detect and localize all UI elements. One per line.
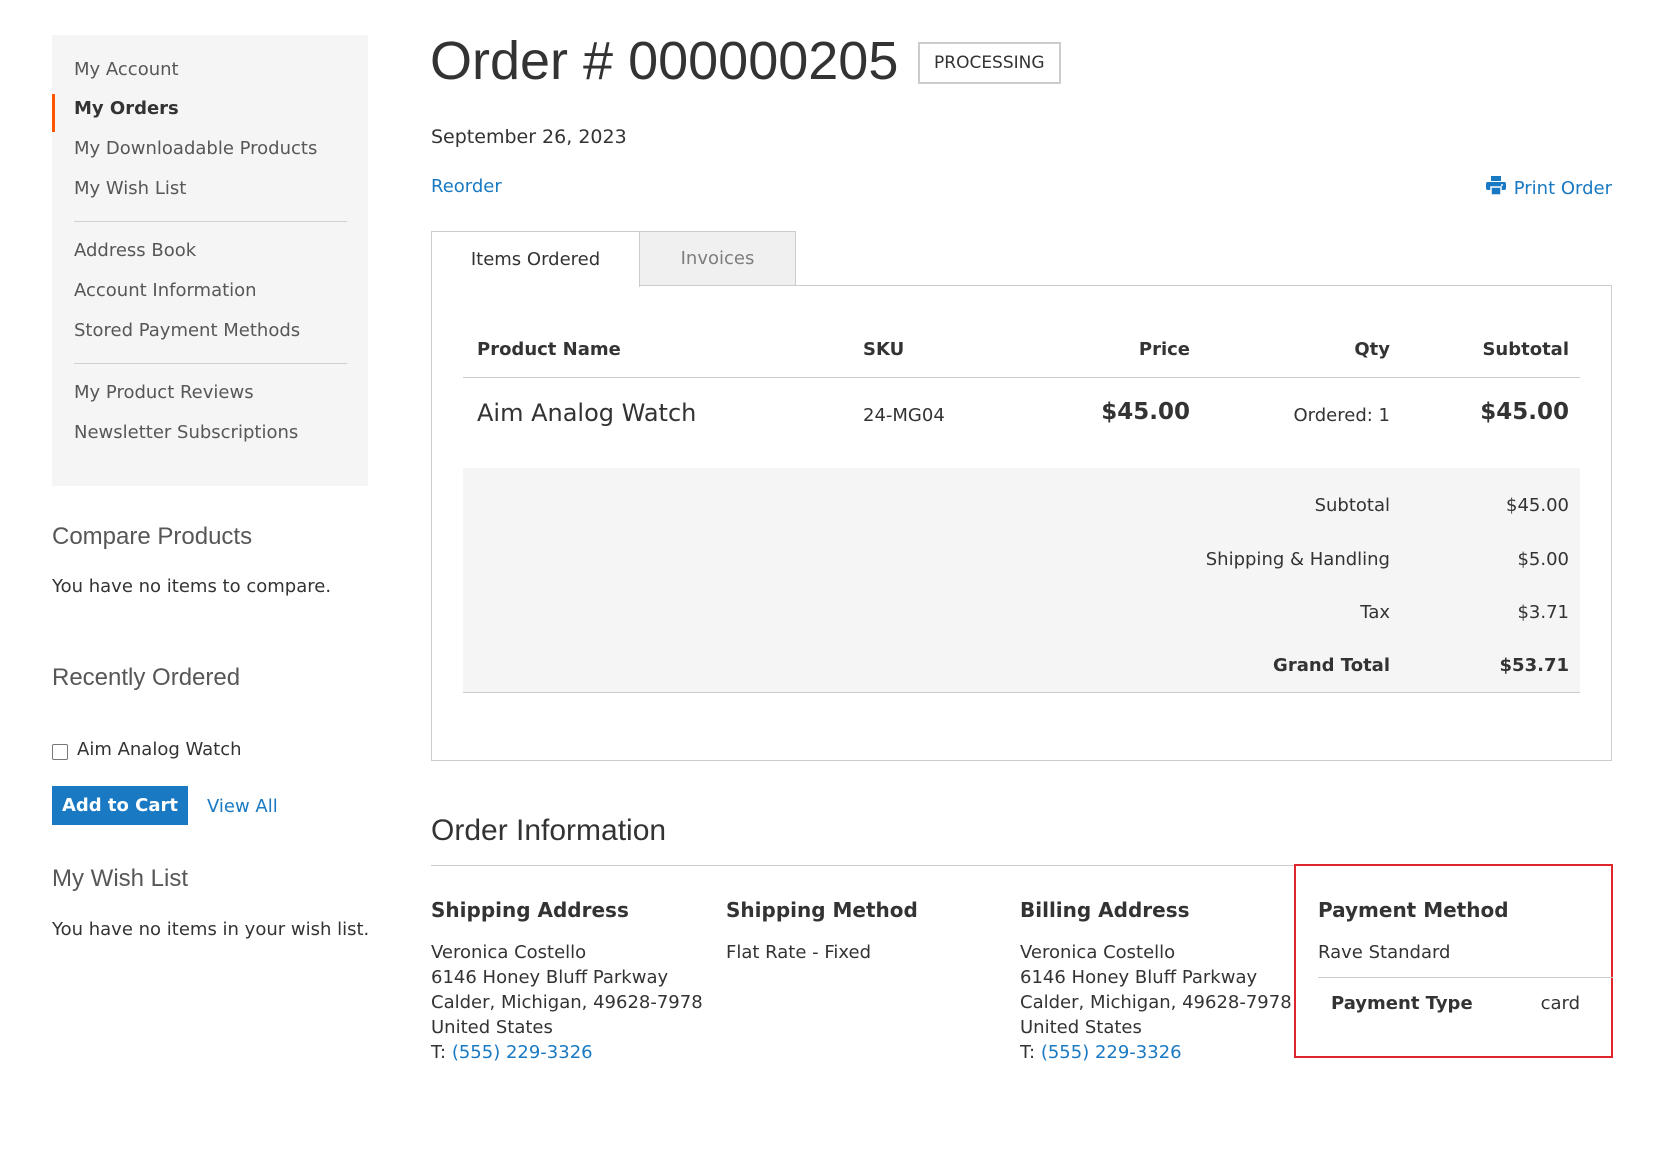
shipping-address-block: Shipping Address Veronica Costello 6146 … — [431, 898, 711, 1065]
totals-shipping-label: Shipping & Handling — [1205, 549, 1390, 570]
nav-divider — [74, 363, 347, 364]
col-header-price: Price — [1138, 339, 1190, 360]
payment-method-title: Payment Method — [1318, 898, 1509, 922]
nav-newsletter-subscriptions[interactable]: Newsletter Subscriptions — [74, 422, 298, 443]
totals-subtotal-value: $45.00 — [1506, 495, 1569, 516]
shipping-name: Veronica Costello — [431, 942, 587, 963]
compare-products-title: Compare Products — [52, 523, 253, 550]
shipping-phone-prefix: T: — [431, 1042, 447, 1063]
totals-tax-label: Tax — [1360, 602, 1390, 623]
item-subtotal: $45.00 — [1480, 399, 1569, 425]
table-header-divider — [463, 377, 1580, 378]
totals-grand-total-value: $53.71 — [1499, 655, 1569, 676]
totals-tax-value: $3.71 — [1517, 602, 1569, 623]
shipping-method-value: Flat Rate - Fixed — [726, 942, 872, 963]
billing-address-title: Billing Address — [1020, 898, 1190, 922]
recent-item-name: Aim Analog Watch — [77, 739, 242, 760]
view-all-link[interactable]: View All — [207, 796, 278, 817]
reorder-link[interactable]: Reorder — [431, 176, 502, 197]
payment-method-value: Rave Standard — [1318, 942, 1451, 963]
shipping-method-block: Shipping Method Flat Rate - Fixed — [726, 898, 1006, 965]
totals-subtotal-label: Subtotal — [1314, 495, 1390, 516]
wishlist-title: My Wish List — [52, 865, 189, 892]
payment-type-value: card — [1540, 993, 1580, 1014]
billing-phone-link[interactable]: (555) 229-3326 — [1041, 1042, 1182, 1063]
printer-icon — [1485, 176, 1506, 200]
shipping-city: Calder, Michigan, 49628-7978 — [431, 992, 703, 1013]
billing-phone-line: T: (555) 229-3326 — [1020, 1040, 1300, 1065]
add-to-cart-button[interactable]: Add to Cart — [52, 786, 188, 825]
item-price: $45.00 — [1101, 399, 1190, 425]
payment-divider — [1318, 977, 1613, 978]
print-order-label: Print Order — [1513, 177, 1612, 199]
order-date: September 26, 2023 — [431, 126, 627, 148]
col-header-sku: SKU — [863, 339, 905, 360]
nav-address-book[interactable]: Address Book — [74, 240, 196, 261]
shipping-method-title: Shipping Method — [726, 898, 918, 922]
tab-items-ordered[interactable]: Items Ordered — [431, 231, 640, 287]
billing-address-block: Billing Address Veronica Costello 6146 H… — [1020, 898, 1300, 1065]
nav-downloadable-products[interactable]: My Downloadable Products — [74, 138, 317, 159]
item-sku: 24-MG04 — [863, 405, 945, 426]
billing-name: Veronica Costello — [1020, 942, 1176, 963]
shipping-country: United States — [431, 1017, 553, 1038]
account-nav: My Account My Orders My Downloadable Pro… — [52, 35, 368, 486]
totals-grand-total-label: Grand Total — [1273, 655, 1390, 676]
item-qty: Ordered: 1 — [1293, 405, 1391, 426]
totals-shipping-value: $5.00 — [1517, 549, 1569, 570]
order-totals — [463, 468, 1580, 693]
billing-phone-prefix: T: — [1020, 1042, 1036, 1063]
tab-invoices[interactable]: Invoices — [639, 231, 796, 286]
shipping-street: 6146 Honey Bluff Parkway — [431, 967, 669, 988]
order-information-title: Order Information — [431, 814, 667, 847]
shipping-address-title: Shipping Address — [431, 898, 629, 922]
nav-divider — [74, 221, 347, 222]
print-order-link[interactable]: Print Order — [1485, 176, 1612, 200]
wishlist-empty-text: You have no items in your wish list. — [52, 919, 370, 940]
item-product-name: Aim Analog Watch — [477, 399, 697, 427]
col-header-product-name: Product Name — [477, 339, 621, 360]
payment-method-block: Payment Method Rave Standard — [1318, 898, 1598, 965]
nav-my-orders[interactable]: My Orders — [74, 98, 179, 119]
status-badge: PROCESSING — [918, 42, 1061, 84]
col-header-qty: Qty — [1354, 339, 1390, 360]
shipping-phone-link[interactable]: (555) 229-3326 — [452, 1042, 593, 1063]
shipping-phone-line: T: (555) 229-3326 — [431, 1040, 711, 1065]
recently-ordered-title: Recently Ordered — [52, 664, 241, 691]
nav-my-account[interactable]: My Account — [74, 59, 179, 80]
billing-city: Calder, Michigan, 49628-7978 — [1020, 992, 1292, 1013]
nav-product-reviews[interactable]: My Product Reviews — [74, 382, 254, 403]
payment-type-label: Payment Type — [1331, 993, 1473, 1014]
nav-current-indicator — [52, 94, 55, 132]
recent-item-checkbox[interactable] — [52, 744, 68, 760]
billing-country: United States — [1020, 1017, 1142, 1038]
nav-wish-list[interactable]: My Wish List — [74, 178, 186, 199]
billing-street: 6146 Honey Bluff Parkway — [1020, 967, 1258, 988]
page-title: Order # 000000205 — [430, 31, 899, 91]
nav-stored-payment-methods[interactable]: Stored Payment Methods — [74, 320, 300, 341]
compare-empty-text: You have no items to compare. — [52, 576, 332, 597]
col-header-subtotal: Subtotal — [1482, 339, 1569, 360]
nav-account-information[interactable]: Account Information — [74, 280, 257, 301]
